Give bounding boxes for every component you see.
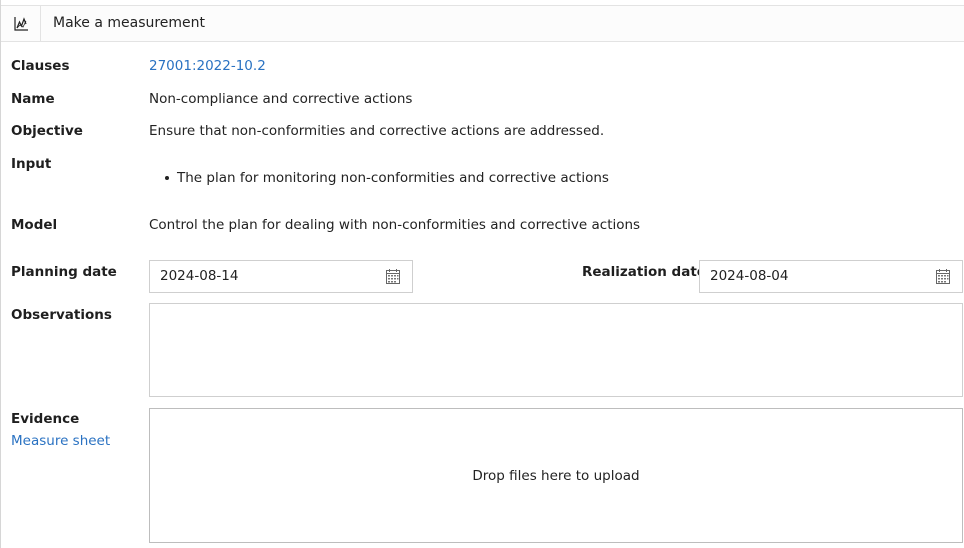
planning-date-field[interactable]: 2024-08-14	[149, 260, 413, 293]
evidence-label: Evidence	[11, 411, 80, 427]
model-label: Model	[11, 217, 58, 233]
dropzone-text: Drop files here to upload	[472, 467, 640, 484]
calendar-icon[interactable]	[936, 269, 950, 284]
name-label: Name	[11, 91, 55, 107]
chart-icon	[2, 6, 41, 41]
file-dropzone[interactable]: Drop files here to upload	[149, 408, 963, 543]
clauses-link[interactable]: 27001:2022-10.2	[149, 58, 266, 74]
realization-date-label: Realization date	[582, 264, 706, 280]
measurement-panel: Make a measurement Clauses 27001:2022-10…	[0, 0, 964, 548]
panel-header: Make a measurement	[1, 5, 964, 42]
planning-date-label: Planning date	[11, 264, 117, 280]
objective-value: Ensure that non-conformities and correct…	[149, 123, 605, 139]
name-value: Non-compliance and corrective actions	[149, 91, 413, 107]
realization-date-field[interactable]: 2024-08-04	[699, 260, 963, 293]
observations-label: Observations	[11, 307, 112, 323]
objective-label: Objective	[11, 123, 83, 139]
list-item: The plan for monitoring non-conformities…	[149, 168, 609, 188]
realization-date-value: 2024-08-04	[710, 268, 789, 284]
input-list: The plan for monitoring non-conformities…	[149, 168, 609, 188]
page-title: Make a measurement	[53, 15, 206, 31]
input-label: Input	[11, 156, 52, 172]
observations-textarea[interactable]	[149, 303, 963, 397]
model-value: Control the plan for dealing with non-co…	[149, 217, 641, 233]
clauses-label: Clauses	[11, 58, 70, 74]
planning-date-value: 2024-08-14	[160, 268, 239, 284]
calendar-icon[interactable]	[386, 269, 400, 284]
measure-sheet-link[interactable]: Measure sheet	[11, 433, 110, 449]
